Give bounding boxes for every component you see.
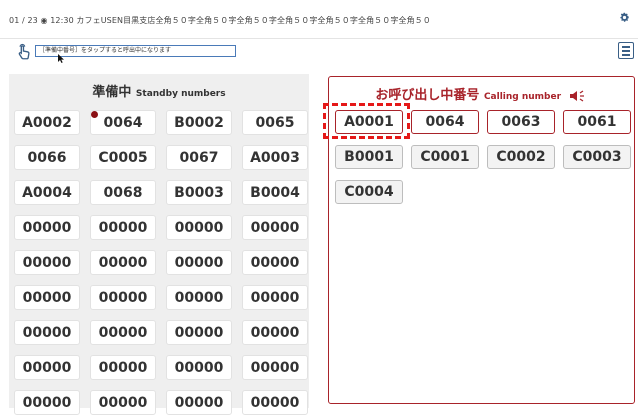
store-info: 01 / 23 ◉ 12:30 カフェUSEN目黒支店全角５０字全角５０字全角５…	[9, 16, 431, 25]
standby-number-tile[interactable]: 00000	[242, 250, 308, 275]
standby-title: 準備中 Standby numbers	[9, 81, 309, 100]
calling-number-tile[interactable]: 0064	[411, 110, 479, 134]
standby-number-tile[interactable]: 00000	[14, 390, 80, 415]
calling-title-en: Calling number	[483, 92, 562, 102]
standby-number-tile[interactable]: 00000	[166, 285, 232, 310]
standby-number-tile[interactable]: 00000	[14, 285, 80, 310]
standby-number-tile[interactable]: 00000	[90, 390, 156, 415]
standby-number-tile[interactable]: 00000	[14, 355, 80, 380]
standby-number-tile[interactable]: 00000	[14, 215, 80, 240]
calling-number-tile[interactable]: 0063	[487, 110, 555, 134]
standby-number-tile[interactable]: 00000	[90, 355, 156, 380]
gear-icon[interactable]	[619, 12, 630, 23]
standby-number-tile[interactable]: 00000	[166, 320, 232, 345]
called-number-tile[interactable]: C0002	[487, 145, 555, 169]
standby-number-tile[interactable]: 00000	[242, 215, 308, 240]
standby-title-jp: 準備中	[92, 85, 132, 100]
called-number-tile[interactable]: C0004	[335, 180, 403, 204]
standby-number-tile[interactable]: 00000	[90, 285, 156, 310]
called-number-tile[interactable]: C0001	[411, 145, 479, 169]
standby-number-tile[interactable]: 0064	[90, 110, 156, 135]
standby-number-tile[interactable]: 00000	[242, 320, 308, 345]
standby-number-tile[interactable]: C0005	[90, 145, 156, 170]
standby-number-tile[interactable]: 00000	[242, 390, 308, 415]
standby-number-tile[interactable]: 00000	[242, 285, 308, 310]
standby-number-tile[interactable]: 00000	[166, 250, 232, 275]
standby-number-tile[interactable]: B0002	[166, 110, 232, 135]
standby-number-tile[interactable]: B0004	[242, 180, 308, 205]
speaker-icon	[569, 90, 584, 101]
calling-title: お呼び出し中番号 Calling number	[329, 84, 633, 103]
standby-number-tile[interactable]: 0067	[166, 145, 232, 170]
standby-number-tile[interactable]: 00000	[14, 320, 80, 345]
calculator-icon[interactable]	[618, 42, 634, 59]
calling-number-tile[interactable]: 0061	[563, 110, 631, 134]
new-marker-dot	[91, 111, 98, 118]
calling-title-jp: お呼び出し中番号	[375, 88, 480, 103]
standby-number-tile[interactable]: 0066	[14, 145, 80, 170]
standby-number-tile[interactable]: 00000	[166, 355, 232, 380]
standby-number-tile[interactable]: 00000	[242, 355, 308, 380]
top-bar: 01 / 23 ◉ 12:30 カフェUSEN目黒支店全角５０字全角５０字全角５…	[0, 0, 638, 39]
standby-number-tile[interactable]: 00000	[14, 250, 80, 275]
called-number-tile[interactable]: B0001	[335, 145, 403, 169]
standby-number-tile[interactable]: 00000	[166, 390, 232, 415]
tap-hand-icon	[18, 43, 30, 60]
standby-number-tile[interactable]: 0065	[242, 110, 308, 135]
standby-number-tile[interactable]: A0003	[242, 145, 308, 170]
standby-number-tile[interactable]: A0002	[14, 110, 80, 135]
called-number-tile[interactable]: C0003	[563, 145, 631, 169]
cursor-icon	[58, 54, 64, 63]
standby-number-tile[interactable]: 0068	[90, 180, 156, 205]
standby-title-en: Standby numbers	[135, 89, 226, 99]
tap-hint-box: ［準備中番号］をタップすると呼出中になります	[35, 45, 236, 57]
standby-number-tile[interactable]: 00000	[90, 250, 156, 275]
selection-highlight	[323, 103, 410, 139]
standby-number-tile[interactable]: A0004	[14, 180, 80, 205]
standby-number-tile[interactable]: 00000	[90, 215, 156, 240]
standby-number-tile[interactable]: 00000	[166, 215, 232, 240]
standby-number-tile[interactable]: 00000	[90, 320, 156, 345]
standby-number-tile[interactable]: B0003	[166, 180, 232, 205]
